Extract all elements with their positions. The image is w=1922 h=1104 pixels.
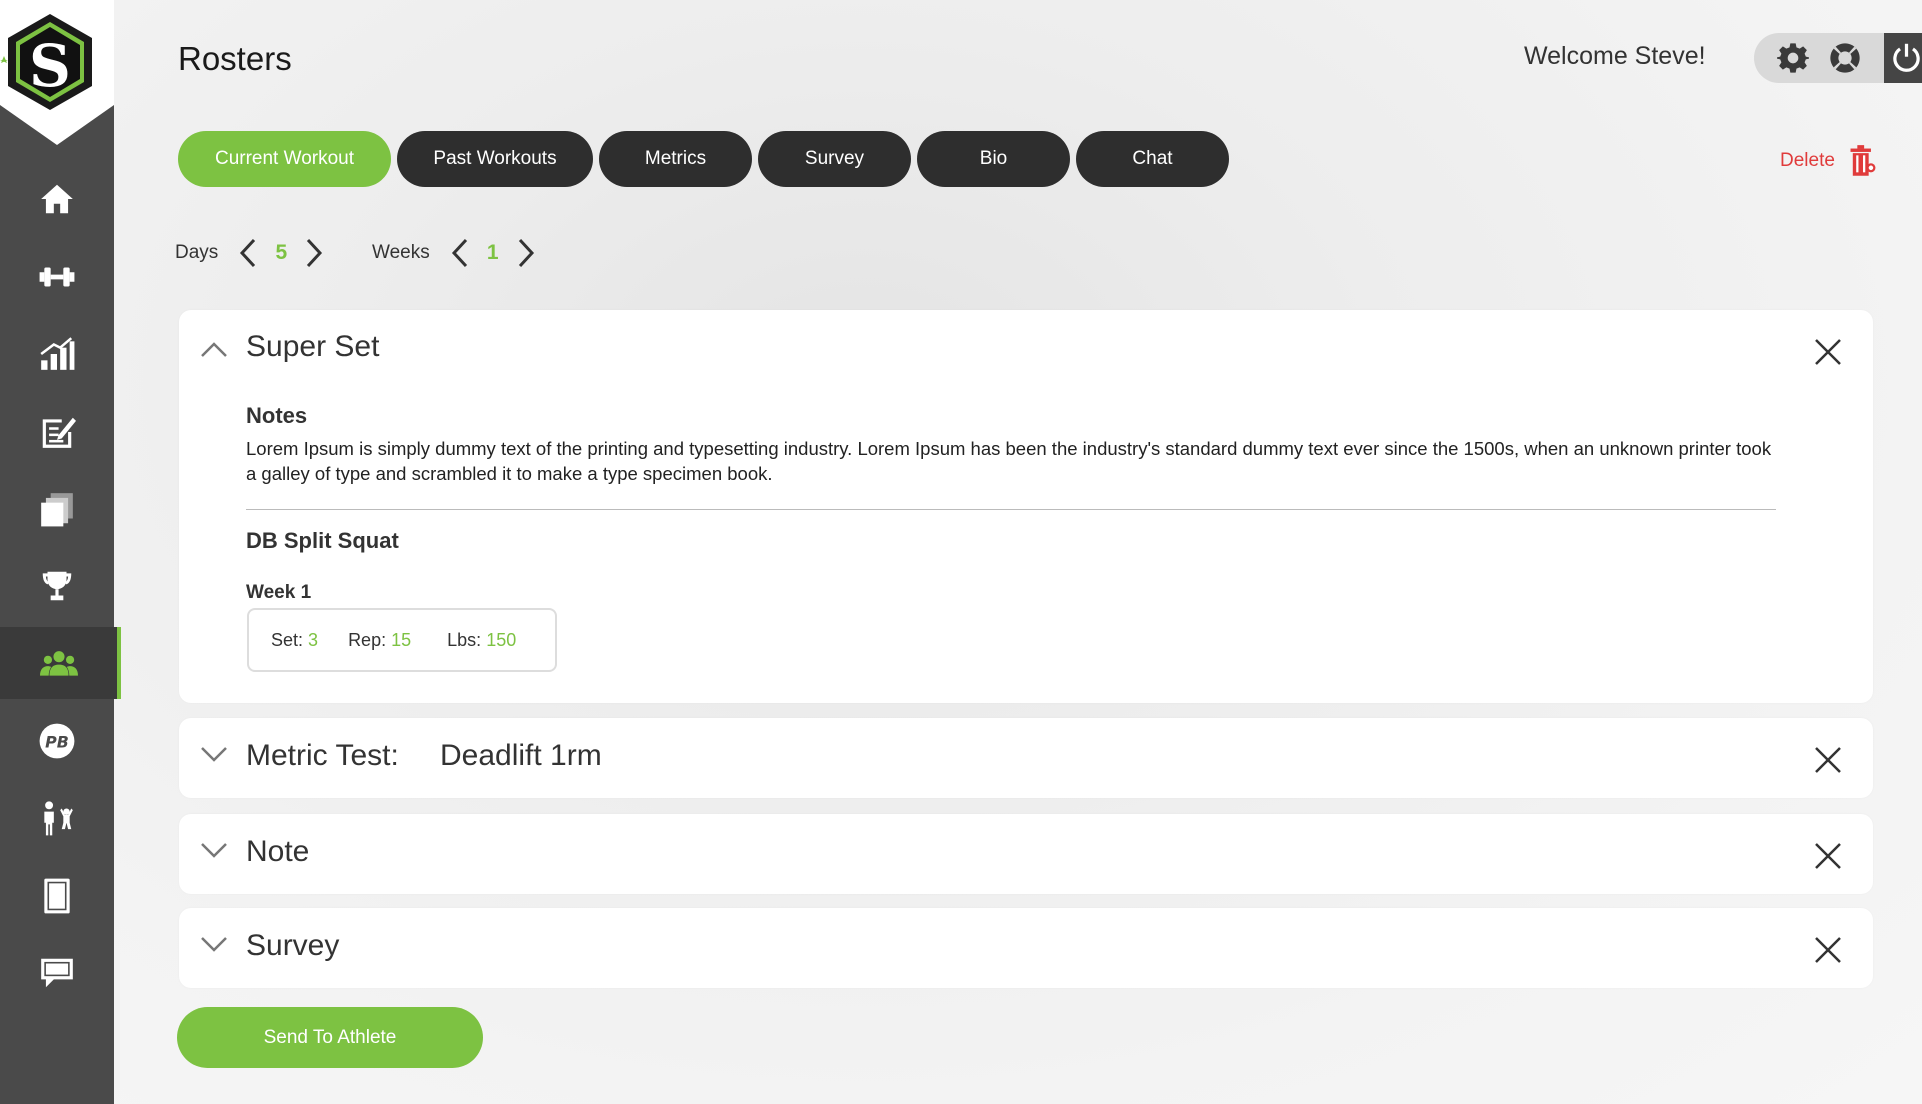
nav-team[interactable] bbox=[0, 627, 121, 699]
svg-text:S: S bbox=[29, 32, 71, 100]
trash-icon bbox=[1850, 145, 1876, 176]
nav-workouts[interactable] bbox=[0, 241, 114, 313]
send-to-athlete-button[interactable]: Send To Athlete bbox=[177, 1007, 483, 1068]
super-set-card: Super Set Notes Lorem Ipsum is simply du… bbox=[179, 310, 1873, 703]
weeks-label: Weeks bbox=[372, 242, 430, 263]
weeks-value: 1 bbox=[486, 241, 499, 264]
nav-trophy[interactable] bbox=[0, 550, 114, 622]
lbs-stat: Lbs: 150 bbox=[447, 630, 516, 651]
metric-test-value: Deadlift 1rm bbox=[440, 739, 602, 772]
nav-chat[interactable] bbox=[0, 937, 114, 1009]
coach-icon bbox=[44, 801, 73, 836]
svg-text:PB: PB bbox=[45, 732, 69, 751]
set-stat: Set: 3 bbox=[271, 630, 318, 651]
chat-icon bbox=[41, 958, 73, 988]
set-label: Set: bbox=[271, 629, 304, 650]
survey-title: Survey bbox=[246, 929, 340, 962]
chevron-up-icon bbox=[201, 342, 227, 357]
chevron-down-icon bbox=[201, 843, 227, 858]
tab-current-workout[interactable]: Current Workout bbox=[178, 131, 391, 187]
expand-toggle[interactable] bbox=[197, 738, 231, 772]
expand-toggle[interactable] bbox=[197, 928, 231, 962]
nav-tablet[interactable] bbox=[0, 860, 114, 932]
weeks-next-button[interactable] bbox=[514, 236, 538, 270]
workout-tabs: Current Workout Past Workouts Metrics Su… bbox=[178, 131, 1229, 187]
tab-chat[interactable]: Chat bbox=[1076, 131, 1229, 187]
metric-test-card: Metric Test: Deadlift 1rm bbox=[179, 718, 1873, 798]
remove-survey-button[interactable] bbox=[1813, 935, 1843, 965]
days-label: Days bbox=[175, 242, 219, 263]
tab-metrics[interactable]: Metrics bbox=[599, 131, 752, 187]
lbs-label: Lbs: bbox=[447, 629, 482, 650]
remove-note-button[interactable] bbox=[1813, 841, 1843, 871]
rep-value: 15 bbox=[391, 629, 412, 650]
lifebuoy-icon bbox=[1830, 43, 1860, 73]
gear-icon bbox=[1777, 43, 1809, 73]
rep-stat: Rep: 15 bbox=[348, 630, 411, 651]
trophy-icon bbox=[42, 571, 72, 601]
chevron-left-icon bbox=[240, 238, 256, 268]
days-prev-button[interactable] bbox=[236, 236, 260, 270]
close-icon bbox=[1815, 747, 1841, 773]
remove-super-set-button[interactable] bbox=[1813, 337, 1843, 367]
close-icon bbox=[1815, 339, 1841, 365]
team-icon bbox=[39, 651, 78, 676]
edit-note-icon bbox=[42, 417, 76, 448]
notes-text: Lorem Ipsum is simply dummy text of the … bbox=[246, 438, 1772, 484]
days-next-button[interactable] bbox=[302, 236, 326, 270]
help-button[interactable] bbox=[1828, 41, 1862, 75]
bar-chart-icon bbox=[40, 337, 75, 370]
divider bbox=[246, 509, 1776, 510]
collapse-toggle[interactable] bbox=[197, 332, 231, 366]
close-icon bbox=[1815, 937, 1841, 963]
welcome-message: Welcome Steve! bbox=[1524, 42, 1706, 70]
nav-coach[interactable] bbox=[0, 782, 114, 854]
set-rep-lbs-box[interactable]: Set: 3 Rep: 15 Lbs: 150 bbox=[247, 608, 557, 672]
nav-copy[interactable] bbox=[0, 473, 114, 545]
power-icon bbox=[1893, 43, 1920, 72]
days-value: 5 bbox=[275, 241, 288, 264]
lbs-value: 150 bbox=[486, 629, 517, 650]
chevron-right-icon bbox=[307, 238, 323, 268]
nav-edit[interactable] bbox=[0, 396, 114, 468]
delete-label: Delete bbox=[1780, 150, 1835, 171]
copy-icon bbox=[41, 493, 73, 527]
note-title: Note bbox=[246, 835, 310, 868]
sidebar: S PB bbox=[0, 0, 121, 1104]
super-set-title: Super Set bbox=[246, 330, 380, 363]
days-pager: Days 5 bbox=[175, 236, 326, 270]
home-icon bbox=[41, 184, 73, 214]
logout-button[interactable] bbox=[1884, 33, 1922, 83]
tab-past-workouts[interactable]: Past Workouts bbox=[397, 131, 593, 187]
delete-button[interactable]: Delete bbox=[1780, 144, 1877, 178]
nav-home[interactable] bbox=[0, 163, 114, 235]
chevron-down-icon bbox=[201, 747, 227, 762]
chevron-down-icon bbox=[201, 937, 227, 952]
tablet-icon bbox=[44, 878, 70, 914]
app-logo[interactable]: S bbox=[0, 0, 114, 145]
settings-button[interactable] bbox=[1776, 41, 1810, 75]
pb-badge-icon: PB bbox=[39, 723, 75, 759]
metric-test-title: Metric Test: bbox=[246, 739, 399, 772]
week-label: Week 1 bbox=[246, 582, 312, 603]
exercise-name: DB Split Squat bbox=[246, 528, 399, 553]
tab-bio[interactable]: Bio bbox=[917, 131, 1070, 187]
tab-survey[interactable]: Survey bbox=[758, 131, 911, 187]
rep-label: Rep: bbox=[348, 629, 387, 650]
set-value: 3 bbox=[308, 629, 319, 650]
nav-pb[interactable]: PB bbox=[0, 705, 114, 777]
expand-toggle[interactable] bbox=[197, 834, 231, 868]
weeks-prev-button[interactable] bbox=[448, 236, 472, 270]
dumbbell-icon bbox=[39, 267, 75, 287]
survey-card: Survey bbox=[179, 908, 1873, 988]
nav-stats[interactable] bbox=[0, 318, 114, 390]
weeks-pager: Weeks 1 bbox=[372, 236, 538, 270]
close-icon bbox=[1815, 843, 1841, 869]
chevron-right-icon bbox=[518, 238, 534, 268]
chevron-left-icon bbox=[451, 238, 467, 268]
remove-metric-test-button[interactable] bbox=[1813, 745, 1843, 775]
page-title: Rosters bbox=[178, 40, 292, 77]
note-card: Note bbox=[179, 814, 1873, 894]
notes-heading: Notes bbox=[246, 403, 308, 428]
